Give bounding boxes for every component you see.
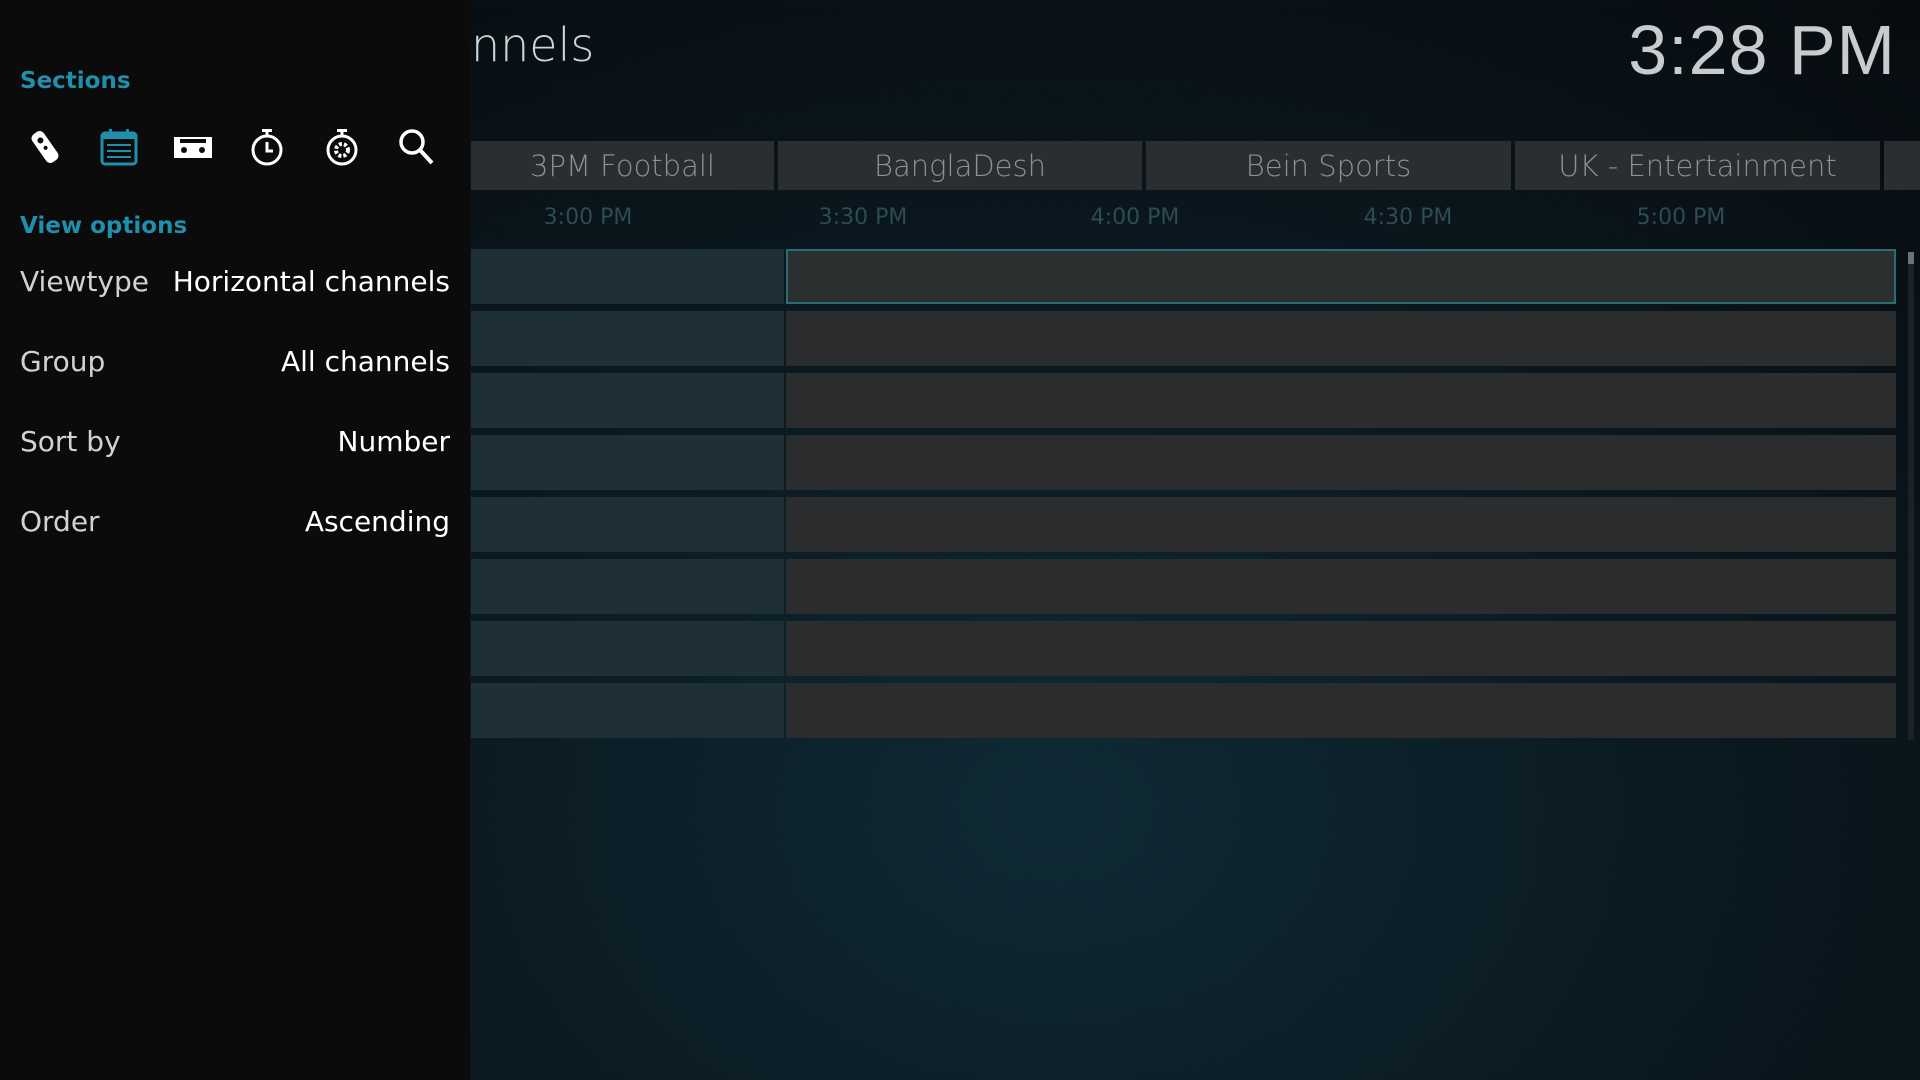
window-title: nnels xyxy=(471,18,595,72)
programme-cell[interactable] xyxy=(786,683,1896,738)
option-value: Number xyxy=(337,425,450,458)
view-options-heading: View options xyxy=(20,213,188,239)
search-icon[interactable] xyxy=(395,126,437,168)
channel-cell[interactable] xyxy=(471,435,784,490)
programme-cell[interactable] xyxy=(786,249,1896,304)
channel-cell[interactable] xyxy=(471,559,784,614)
option-label: Order xyxy=(20,505,100,538)
timers-icon[interactable] xyxy=(246,126,288,168)
option-value: Ascending xyxy=(304,505,450,538)
timeline-label: 3:30 PM xyxy=(818,205,908,230)
channel-cell[interactable] xyxy=(471,373,784,428)
channel-cell[interactable] xyxy=(471,311,784,366)
group-tab[interactable]: 3PM Football xyxy=(471,141,774,190)
group-tab[interactable]: BanglaDesh xyxy=(778,141,1142,190)
timer-rules-icon[interactable] xyxy=(321,126,363,168)
programme-cell[interactable] xyxy=(786,621,1896,676)
sections-heading: Sections xyxy=(20,68,131,94)
timeline-label: 5:00 PM xyxy=(1636,205,1726,230)
programme-cell[interactable] xyxy=(786,435,1896,490)
sort-by-option[interactable]: Sort by Number xyxy=(20,425,450,458)
timeline-label: 4:00 PM xyxy=(1090,205,1180,230)
programme-cell[interactable] xyxy=(786,559,1896,614)
group-option[interactable]: Group All channels xyxy=(20,345,450,378)
channel-cell[interactable] xyxy=(471,683,784,738)
channel-cell[interactable] xyxy=(471,497,784,552)
scrollbar[interactable] xyxy=(1908,252,1914,740)
timeline-label: 3:00 PM xyxy=(543,205,633,230)
option-value: All channels xyxy=(281,345,450,378)
channel-cell[interactable] xyxy=(471,249,784,304)
scrollbar-thumb[interactable] xyxy=(1908,252,1914,264)
clock: 3:28 PM xyxy=(1628,11,1896,89)
group-tab[interactable]: Bein Sports xyxy=(1146,141,1511,190)
order-option[interactable]: Order Ascending xyxy=(20,505,450,538)
option-label: Viewtype xyxy=(20,265,149,298)
channel-cell[interactable] xyxy=(471,621,784,676)
programme-cell[interactable] xyxy=(786,497,1896,552)
timeline-label: 4:30 PM xyxy=(1363,205,1453,230)
programme-cell[interactable] xyxy=(786,311,1896,366)
option-value: Horizontal channels xyxy=(172,265,450,298)
sidebar: Sections View options Viewtype Horizontal… xyxy=(0,0,470,1080)
viewtype-option[interactable]: Viewtype Horizontal channels xyxy=(20,265,450,298)
group-tab[interactable] xyxy=(1884,141,1920,190)
option-label: Sort by xyxy=(20,425,121,458)
option-label: Group xyxy=(20,345,106,378)
group-tab[interactable]: UK - Entertainment xyxy=(1515,141,1880,190)
recordings-icon[interactable] xyxy=(172,126,214,168)
programme-cell[interactable] xyxy=(786,373,1896,428)
guide-icon[interactable] xyxy=(98,126,140,168)
remote-icon[interactable] xyxy=(24,126,66,168)
